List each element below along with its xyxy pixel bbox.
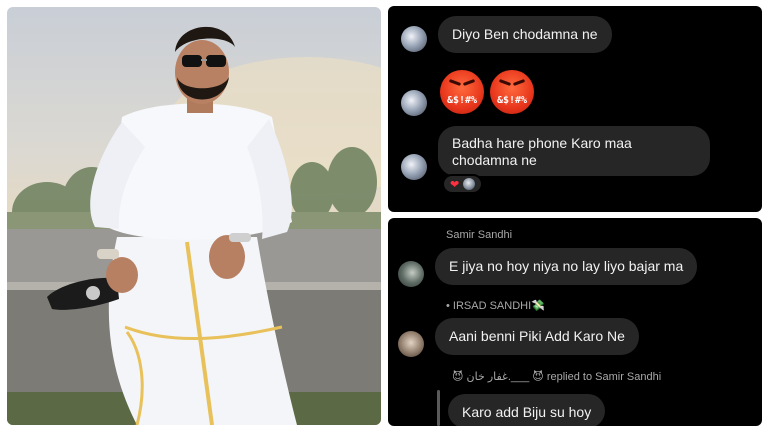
emoji-brow [462, 79, 476, 86]
cursing-face-emoji[interactable]: &$!#% [490, 70, 534, 114]
chat-panel-bottom: Samir Sandhi E jiya no hoy niya no lay l… [388, 218, 762, 426]
emoji-brow [498, 79, 512, 86]
message-text: Aani benni Piki Add Karo Ne [449, 328, 625, 344]
emoji-symbols: &$!#% [496, 95, 528, 106]
sender-name: • IRSAD SANDHI💸 [446, 300, 545, 312]
emoji-brow [512, 79, 526, 86]
photo-illustration [7, 26, 381, 425]
devil-emoji: 😈 [452, 371, 464, 383]
sender-avatar[interactable] [401, 26, 427, 52]
message-text: Diyo Ben chodamna ne [452, 26, 598, 42]
message-bubble[interactable]: Karo add Biju su hoy [448, 394, 606, 426]
emoji-symbols: &$!#% [446, 95, 478, 106]
reply-sender-name: غفار خان.___ [466, 371, 530, 383]
message-bubble[interactable]: Aani benni Piki Add Karo Ne [435, 318, 639, 355]
message-bubble[interactable]: Badha hare phone Karo maa chodamna ne [438, 126, 710, 176]
message-reactions[interactable]: ❤ [442, 174, 484, 194]
reply-header: 😈 غفار خان.___ 😈 replied to Samir Sandhi [452, 370, 661, 383]
sender-avatar[interactable] [398, 331, 424, 357]
sender-name: Samir Sandhi [446, 229, 513, 241]
cursing-face-emoji[interactable]: &$!#% [440, 70, 484, 114]
sender-avatar[interactable] [401, 154, 427, 180]
heart-icon: ❤ [450, 178, 460, 191]
message-bubble[interactable]: Diyo Ben chodamna ne [438, 16, 612, 53]
man-photo [7, 7, 381, 425]
devil-emoji: 😈 [532, 371, 544, 383]
message-text: E jiya no hoy niya no lay liyo bajar ma [449, 258, 684, 274]
sender-avatar[interactable] [401, 90, 427, 116]
message-text: Badha hare phone Karo maa chodamna ne [452, 135, 632, 168]
message-text: Karo add Biju su hoy [462, 404, 592, 420]
reply-label: replied to Samir Sandhi [546, 371, 662, 383]
message-bubble[interactable]: E jiya no hoy niya no lay liyo bajar ma [435, 248, 698, 285]
chat-panel-top: Diyo Ben chodamna ne &$!#% &$!#% Badha h… [388, 6, 762, 212]
emoji-brow [448, 79, 462, 86]
reply-indicator [437, 390, 440, 426]
reactor-avatar [463, 178, 476, 190]
sender-avatar[interactable] [398, 261, 424, 287]
